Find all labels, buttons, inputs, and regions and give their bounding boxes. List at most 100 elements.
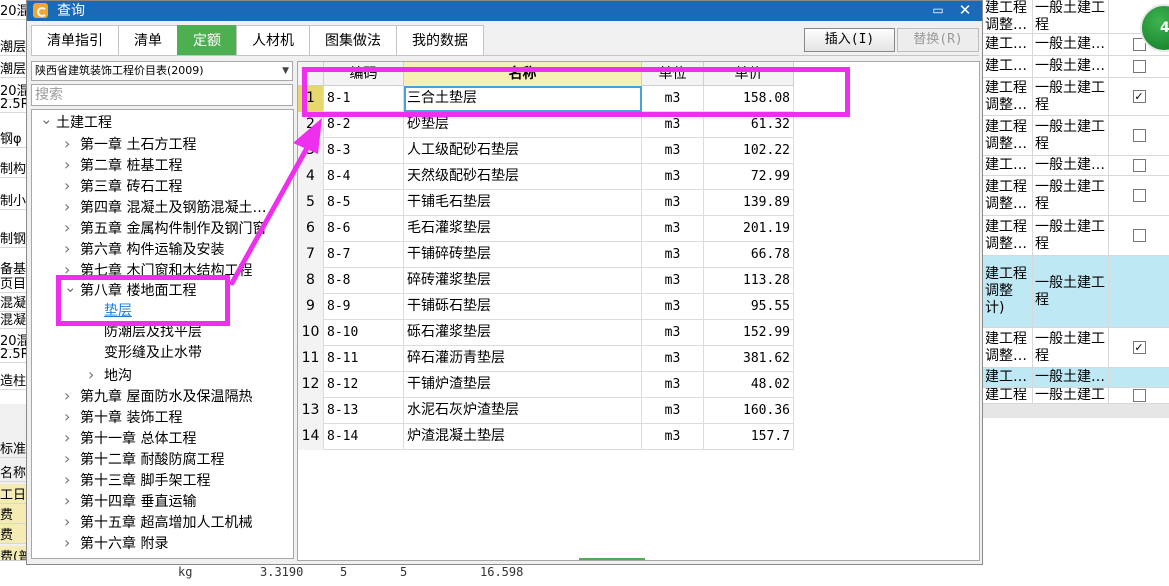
column-header-row-index[interactable] (298, 62, 324, 86)
tree-node[interactable]: › 第十六章 附录 (64, 532, 168, 553)
tab-my-data[interactable]: 我的数据 (396, 25, 484, 55)
cell-price[interactable]: 158.08 (704, 86, 794, 112)
cell-code[interactable]: 8-8 (324, 268, 404, 294)
checkbox[interactable]: ✓ (1132, 341, 1146, 354)
tree-node[interactable]: 变形缝及止水带 (88, 343, 202, 364)
cell-code[interactable]: 8-1 (324, 86, 404, 112)
cell-name[interactable]: 碎砖灌浆垫层 (404, 268, 642, 294)
cell-name[interactable]: 天然级配砂石垫层 (404, 164, 642, 190)
expand-chevron-right-icon[interactable]: › (64, 511, 80, 532)
cell-code[interactable]: 8-3 (324, 138, 404, 164)
cell-unit[interactable]: m3 (642, 372, 704, 398)
table-row[interactable]: 2 8-2 砂垫层 m3 61.32 (298, 112, 794, 138)
cell-price[interactable]: 61.32 (704, 112, 794, 138)
cell-unit[interactable]: m3 (642, 268, 704, 294)
cell-code[interactable]: 8-13 (324, 398, 404, 424)
quota-category-tree[interactable]: ⌄ 土建工程 › 第一章 土石方工程 › 第二章 桩基工程 › 第三章 砖石工程 › 第四章 混凝… (31, 109, 294, 559)
cell-code[interactable]: 8-14 (324, 424, 404, 450)
cell-code[interactable]: 8-11 (324, 346, 404, 372)
table-row[interactable]: 13 8-13 水泥石灰炉渣垫层 m3 160.36 (298, 398, 794, 424)
close-icon[interactable]: ✕ (957, 2, 973, 18)
cell-name[interactable]: 干铺毛石垫层 (404, 190, 642, 216)
tree-node[interactable]: › 第十三章 脚手架工程 (64, 469, 210, 490)
tree-node[interactable]: 垫层 (88, 301, 132, 322)
tree-node[interactable]: › 第一章 土石方工程 (64, 133, 196, 154)
cell-unit[interactable]: m3 (642, 294, 704, 320)
table-row[interactable]: 11 8-11 碎石灌沥青垫层 m3 381.62 (298, 346, 794, 372)
table-row[interactable]: 9 8-9 干铺砾石垫层 m3 95.55 (298, 294, 794, 320)
tab-atlas-method[interactable]: 图集做法 (309, 25, 397, 55)
cell-price[interactable]: 95.55 (704, 294, 794, 320)
cell-code[interactable]: 8-2 (324, 112, 404, 138)
cell-code[interactable]: 8-10 (324, 320, 404, 346)
cell-name[interactable]: 三合土垫层 (404, 86, 642, 112)
expand-chevron-right-icon[interactable]: › (88, 364, 104, 385)
tab-quota[interactable]: 定额 (177, 25, 237, 55)
expand-chevron-right-icon[interactable]: › (64, 532, 80, 553)
cell-unit[interactable]: m3 (642, 138, 704, 164)
search-input[interactable]: 搜索 (31, 84, 293, 106)
expand-chevron-right-icon[interactable]: › (64, 406, 80, 427)
expand-chevron-right-icon[interactable]: › (64, 469, 80, 490)
table-row[interactable]: 7 8-7 干铺碎砖垫层 m3 66.78 (298, 242, 794, 268)
cell-unit[interactable]: m3 (642, 86, 704, 112)
cell-unit[interactable]: m3 (642, 216, 704, 242)
column-header-name[interactable]: 名称 (404, 62, 642, 86)
column-header-price[interactable]: 单价 (704, 62, 794, 86)
expand-chevron-right-icon[interactable]: › (64, 154, 80, 175)
cell-name[interactable]: 干铺炉渣垫层 (404, 372, 642, 398)
horizontal-scrollbar[interactable] (579, 558, 645, 560)
expand-chevron-right-icon[interactable]: › (64, 196, 80, 217)
cell-unit[interactable]: m3 (642, 398, 704, 424)
tree-node[interactable]: ⌄ 土建工程 (40, 110, 112, 133)
expand-chevron-right-icon[interactable]: › (64, 238, 80, 259)
tree-node[interactable]: › 地沟 (88, 364, 132, 385)
cell-code[interactable]: 8-9 (324, 294, 404, 320)
checkbox[interactable]: ✓ (1132, 90, 1146, 103)
cell-price[interactable]: 160.36 (704, 398, 794, 424)
cell-name[interactable]: 毛石灌浆垫层 (404, 216, 642, 242)
column-header-unit[interactable]: 单位 (642, 62, 704, 86)
price-table-select[interactable]: 陕西省建筑装饰工程价目表(2009) ▼ (31, 61, 293, 81)
table-row[interactable]: 10 8-10 砾石灌浆垫层 m3 152.99 (298, 320, 794, 346)
expand-chevron-right-icon[interactable]: › (64, 385, 80, 406)
tree-node[interactable]: › 第十章 装饰工程 (64, 406, 182, 427)
tab-list-guide[interactable]: 清单指引 (31, 25, 119, 55)
cell-code[interactable]: 8-6 (324, 216, 404, 242)
cell-name[interactable]: 干铺碎砖垫层 (404, 242, 642, 268)
expand-chevron-right-icon[interactable]: › (64, 175, 80, 196)
tree-node[interactable]: 防潮层及找平层 (88, 322, 202, 343)
checkbox[interactable] (1132, 389, 1146, 402)
cell-price[interactable]: 72.99 (704, 164, 794, 190)
cell-unit[interactable]: m3 (642, 112, 704, 138)
checkbox[interactable] (1132, 229, 1146, 242)
cell-price[interactable]: 102.22 (704, 138, 794, 164)
tab-labor-material-machine[interactable]: 人材机 (236, 25, 310, 55)
cell-price[interactable]: 157.7 (704, 424, 794, 450)
table-row[interactable]: 3 8-3 人工级配砂石垫层 m3 102.22 (298, 138, 794, 164)
tree-node[interactable]: ⌄ 第八章 楼地面工程 (64, 277, 196, 301)
expand-chevron-down-icon[interactable]: ⌄ (64, 277, 80, 298)
insert-button[interactable]: 插入(I) (804, 28, 895, 52)
cell-code[interactable]: 8-7 (324, 242, 404, 268)
checkbox[interactable] (1132, 189, 1146, 202)
cell-unit[interactable]: m3 (642, 242, 704, 268)
table-row[interactable]: 1 8-1 三合土垫层 m3 158.08 (298, 86, 794, 112)
tree-node[interactable]: › 第十二章 耐酸防腐工程 (64, 448, 224, 469)
cell-unit[interactable]: m3 (642, 346, 704, 372)
cell-name[interactable]: 砾石灌浆垫层 (404, 320, 642, 346)
tree-node[interactable]: › 第四章 混凝土及钢筋混凝土… (64, 196, 266, 217)
cell-name[interactable]: 炉渣混凝土垫层 (404, 424, 642, 450)
table-row[interactable]: 6 8-6 毛石灌浆垫层 m3 201.19 (298, 216, 794, 242)
table-row[interactable]: 8 8-8 碎砖灌浆垫层 m3 113.28 (298, 268, 794, 294)
cell-code[interactable]: 8-4 (324, 164, 404, 190)
checkbox[interactable] (1132, 159, 1146, 172)
cell-name[interactable]: 干铺砾石垫层 (404, 294, 642, 320)
expand-chevron-right-icon[interactable]: › (64, 448, 80, 469)
cell-name[interactable]: 砂垫层 (404, 112, 642, 138)
cell-price[interactable]: 113.28 (704, 268, 794, 294)
cell-price[interactable]: 139.89 (704, 190, 794, 216)
replace-button[interactable]: 替换(R) (897, 28, 979, 52)
maximize-icon[interactable]: ▭ (931, 3, 945, 17)
dialog-titlebar[interactable]: 查询 ▭ ✕ (27, 1, 982, 21)
